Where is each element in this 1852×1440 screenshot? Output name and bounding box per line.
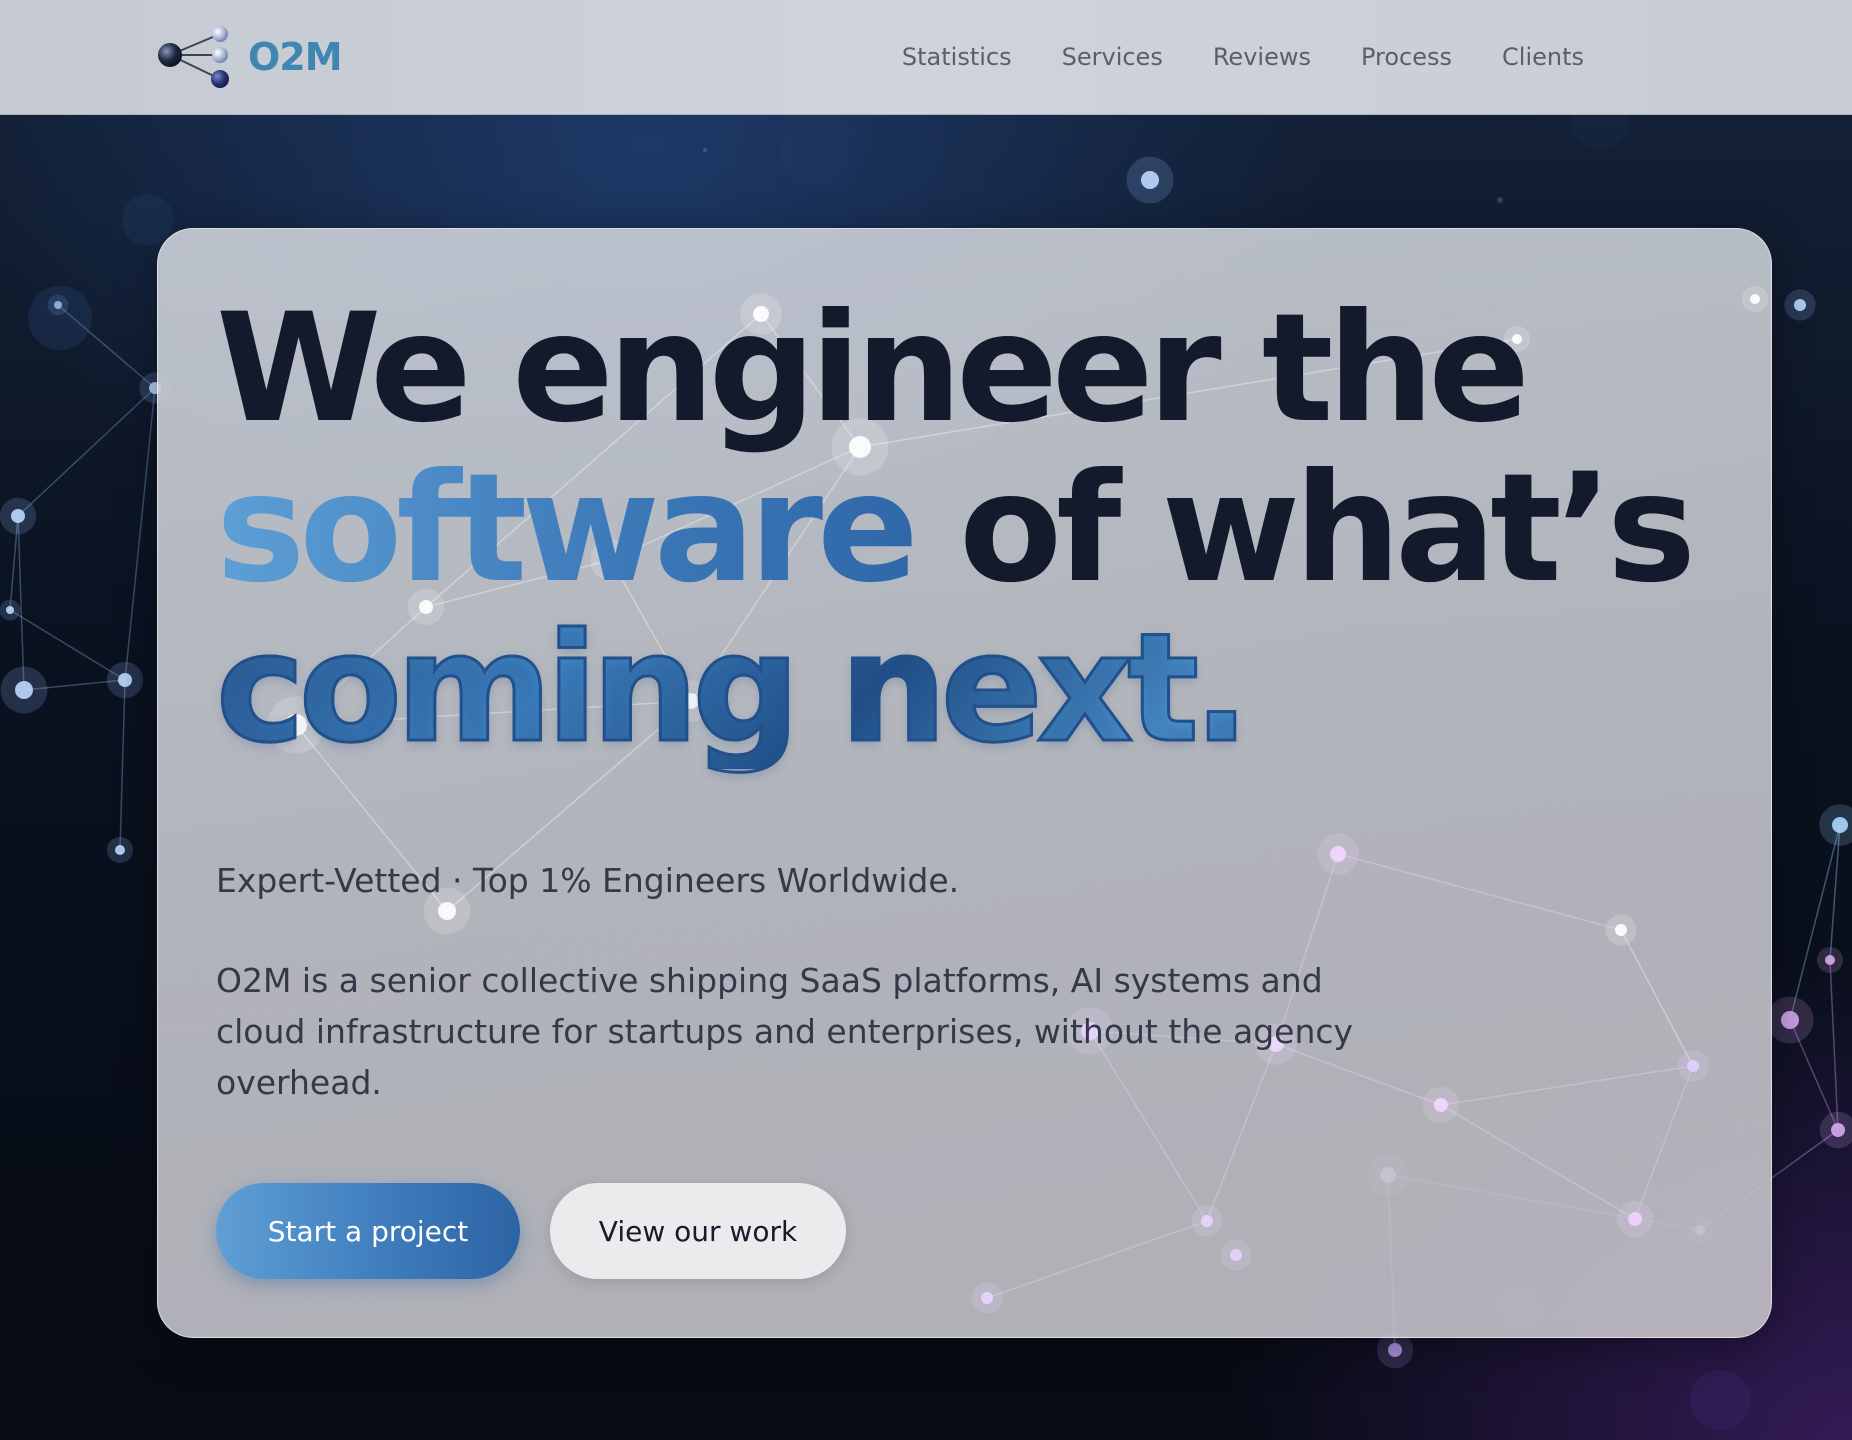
nav-link-services[interactable]: Services [1062,43,1163,71]
top-navbar: O2M Statistics Services Reviews Process … [0,0,1852,115]
network-edge [17,387,156,517]
network-node [1832,817,1848,833]
network-node [6,606,14,614]
network-edge [17,515,25,691]
network-node [1141,171,1159,189]
headline-line-2: software of what’s [216,449,1696,609]
bokeh-dot [780,110,860,190]
network-node [1781,1011,1799,1029]
network-node [11,509,25,523]
nav-link-clients[interactable]: Clients [1502,43,1584,71]
network-node [1687,1060,1699,1072]
bokeh-dot [1690,1370,1750,1430]
brand-logo[interactable]: O2M [156,22,343,92]
network-node [115,845,125,855]
start-project-button[interactable]: Start a project [216,1183,520,1279]
network-node [1615,924,1627,936]
headline-line-1: We engineer the [216,282,1530,456]
network-node [438,902,456,920]
bokeh-dot [28,286,92,350]
headline-line-3: coming next. [214,608,1690,771]
bokeh-dot [703,148,707,152]
network-edge [124,387,156,681]
network-node [1230,1249,1242,1261]
network-node [1825,955,1835,965]
network-node [1750,294,1760,304]
nav-link-statistics[interactable]: Statistics [902,43,1012,71]
hero-description: O2M is a senior collective shipping SaaS… [216,961,1354,1102]
network-node [1201,1215,1213,1227]
network-edge [986,1220,1208,1299]
network-node [1434,1098,1448,1112]
network-edge [1620,929,1694,1067]
network-edge [1337,853,1622,931]
network-node [1330,846,1346,862]
network-node [118,673,132,687]
nav-link-process[interactable]: Process [1361,43,1452,71]
network-node [15,681,33,699]
network-node [1388,1343,1402,1357]
nav-link-reviews[interactable]: Reviews [1213,43,1311,71]
hero-tagline: Expert-Vetted · Top 1% Engineers Worldwi… [216,861,960,900]
network-edge [1634,1065,1694,1220]
network-node [981,1292,993,1304]
network-edge [119,679,126,851]
network-edge [1440,1104,1636,1220]
headline-accent-word: software [216,442,919,616]
hero-card: We engineer the software of what’s comin… [157,228,1772,1338]
main-nav: Statistics Services Reviews Process Clie… [902,0,1584,114]
hero-headline: We engineer the software of what’s comin… [214,282,1696,771]
network-edge [1440,1065,1694,1106]
network-node [1831,1123,1845,1137]
bokeh-dot [1497,197,1503,203]
headline-line-2-rest: of what’s [959,442,1696,616]
view-work-button[interactable]: View our work [550,1183,846,1279]
network-node [1794,299,1806,311]
network-node [1628,1212,1642,1226]
molecule-logo-icon [158,26,229,88]
network-edge [1829,959,1839,1131]
brand-name: O2M [248,35,343,79]
